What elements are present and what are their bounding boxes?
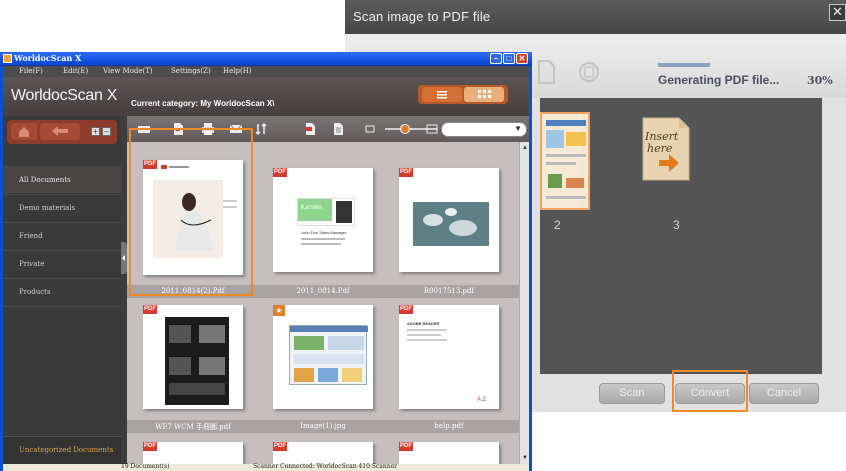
current-category: Current category: My WorldocScan X\: [131, 99, 275, 108]
document-tile[interactable]: PDF: [143, 442, 243, 464]
menu-settings[interactable]: Settings(Z): [171, 67, 211, 75]
zoom-slider-handle[interactable]: [400, 124, 410, 134]
pdf-badge: PDF: [399, 168, 413, 177]
selected-document-highlight-box: [129, 128, 253, 296]
pdf-badge: PDF: [273, 442, 287, 451]
sort-icon[interactable]: [254, 122, 268, 136]
scanned-pages-view: 2 Insert here 3: [540, 98, 822, 374]
scroll-up-icon[interactable]: ▲: [521, 144, 529, 152]
row2-captions: WF7 WCM 手冊圖.pdf Image(1).jpg help.pdf: [127, 420, 519, 433]
sidebar-item-friend[interactable]: Friend: [3, 222, 121, 249]
pdf-badge: PDF: [273, 168, 287, 177]
collapse-icon[interactable]: –: [102, 127, 111, 136]
progress-bar: [658, 63, 710, 67]
insert-text-line2: here: [647, 142, 673, 155]
page-number-label: 3: [673, 218, 680, 232]
page-icon: [538, 60, 555, 84]
view-mode-switch: [418, 85, 508, 104]
help-mark-text: A Z: [477, 397, 487, 403]
zoom-in-icon[interactable]: [425, 122, 439, 136]
scanned-page-2-thumb[interactable]: [540, 112, 590, 210]
zoom-out-icon[interactable]: [363, 122, 377, 136]
sidebar-toolbar: + –: [7, 120, 117, 144]
sidebar-item-private[interactable]: Private: [3, 250, 121, 277]
page-number-label: 2: [554, 218, 561, 232]
sidebar-item-products[interactable]: Products: [3, 278, 121, 305]
photo-thumbnail-icon: [413, 202, 489, 246]
refresh-page-icon: [579, 62, 599, 82]
progress-percent: 30%: [807, 74, 833, 87]
app-icon: [3, 54, 12, 63]
scanner-status: Scanner Connected: WorldocScan 410 Scann…: [253, 463, 398, 470]
home-icon: [19, 127, 29, 137]
dialog-titlebar[interactable]: Scan image to PDF file ✕: [345, 0, 846, 34]
menu-bar: File(F) Edit(E) View Mode(T) Settings(Z)…: [3, 66, 529, 77]
sidebar-item-demo-materials[interactable]: Demo materials: [3, 194, 121, 221]
back-arrow-icon: [52, 126, 68, 136]
menu-edit[interactable]: Edit(E): [63, 67, 88, 75]
chevron-down-icon[interactable]: ▼: [514, 124, 522, 133]
pdf-badge: PDF: [399, 442, 413, 451]
expand-icon[interactable]: +: [91, 127, 100, 136]
app-logo: WorldocScan X: [11, 87, 118, 104]
back-button[interactable]: [40, 123, 80, 140]
dialog-title: Scan image to PDF file: [353, 9, 491, 24]
screen: Scan image to PDF file ✕ Generating PDF …: [0, 0, 846, 471]
pdf-badge: PDF: [143, 442, 157, 451]
cancel-button[interactable]: Cancel: [749, 383, 819, 404]
vertical-scrollbar[interactable]: ▲ ▼: [519, 142, 529, 464]
document-name: 2011_0814.Pdf: [296, 287, 350, 295]
search-input[interactable]: ▼: [441, 122, 527, 137]
list-view-button[interactable]: [422, 87, 462, 102]
dialog-close-button[interactable]: ✕: [829, 4, 846, 21]
menu-file[interactable]: File(F): [19, 67, 43, 75]
menu-help[interactable]: Help(H): [223, 67, 252, 75]
document-tile[interactable]: PDF: [399, 442, 499, 464]
card-name-text: Karsten: [301, 205, 322, 211]
list-icon: [437, 91, 447, 99]
grid-icon: [478, 90, 491, 98]
pdf-export-icon[interactable]: [303, 122, 317, 136]
minimize-button[interactable]: –: [490, 53, 502, 64]
grid-view-button[interactable]: [464, 87, 504, 102]
window-titlebar[interactable]: WorldocScan X – □ ✕: [0, 52, 532, 66]
document-name: help.pdf: [434, 422, 464, 430]
document-tile[interactable]: PDF Karsten John Doe Sales Manager: [273, 168, 373, 272]
category-sidebar: + – All Documents Demo materials Friend …: [3, 116, 121, 464]
page-options-icon[interactable]: [331, 122, 345, 136]
document-tile[interactable]: PDF ADOBE READER A Z: [399, 305, 499, 409]
app-header: WorldocScan X Current category: My World…: [3, 77, 529, 116]
convert-highlight-box: [672, 370, 748, 412]
document-name: R0017513.pdf: [423, 287, 475, 295]
insert-page-placeholder[interactable]: Insert here: [641, 116, 691, 182]
document-count: 19 Document(s): [121, 463, 170, 470]
document-tile[interactable]: PDF: [143, 305, 243, 409]
status-bar: 19 Document(s) Scanner Connected: Worldo…: [3, 463, 529, 471]
document-tile[interactable]: PDF: [399, 168, 499, 272]
document-name: Image(1).jpg: [300, 422, 346, 430]
progress-status-text: Generating PDF file...: [658, 73, 780, 87]
document-tile[interactable]: PDF: [273, 442, 373, 464]
pdf-badge: PDF: [143, 305, 157, 314]
window-title: WorldocScan X: [14, 53, 82, 63]
star-icon: ★: [273, 305, 285, 316]
home-button[interactable]: [11, 123, 37, 140]
menu-view-mode[interactable]: View Mode(T): [103, 67, 153, 75]
pdf-badge: PDF: [399, 305, 413, 314]
scan-button[interactable]: Scan: [599, 383, 665, 404]
maximize-button[interactable]: □: [503, 53, 515, 64]
card-line-text: John Doe Sales Manager: [301, 230, 347, 235]
document-name: WF7 WCM 手冊圖.pdf: [155, 423, 231, 431]
sidebar-item-all-documents[interactable]: All Documents: [3, 166, 121, 193]
close-button[interactable]: ✕: [516, 53, 528, 64]
worldocscan-window: WorldocScan X – □ ✕ File(F) Edit(E) View…: [0, 52, 532, 471]
sidebar-item-uncategorized[interactable]: Uncategorized Documents: [3, 436, 121, 464]
scroll-down-icon[interactable]: ▼: [521, 454, 529, 462]
image-tile[interactable]: ★: [273, 305, 373, 409]
doc-heading-text: ADOBE READER: [407, 321, 440, 326]
